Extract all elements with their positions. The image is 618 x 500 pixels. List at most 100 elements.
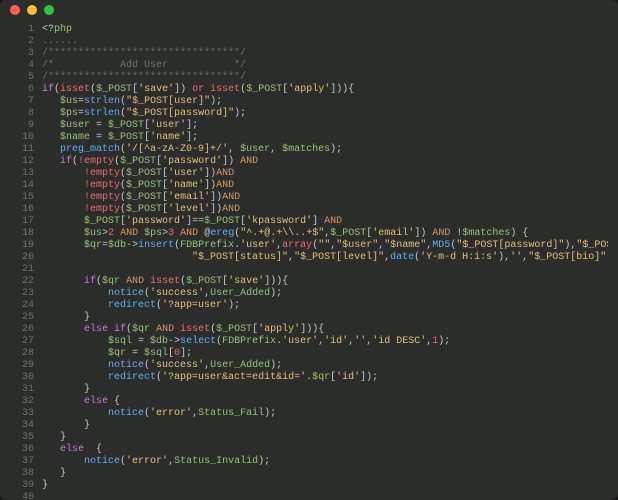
token-var: $_POST	[126, 204, 162, 215]
code-line: }	[42, 468, 608, 480]
token-pun: =	[90, 132, 108, 143]
line-number: 3	[10, 48, 34, 60]
token-var: FDBPrefix	[180, 240, 234, 251]
line-number: 36	[10, 444, 34, 456]
token-var: Status_Invalid	[174, 456, 258, 467]
zoom-icon[interactable]	[44, 5, 54, 15]
line-number: 37	[10, 456, 34, 468]
token-fn: notice	[108, 288, 144, 299]
token-pun	[42, 324, 84, 335]
line-number: 12	[10, 156, 34, 168]
token-pun: ])	[174, 84, 192, 95]
token-kw2: isset	[150, 276, 180, 287]
token-kw2: isset	[180, 324, 210, 335]
code-line: $qr = $sql[0];	[42, 348, 608, 360]
token-str: "$_POST[email]"	[576, 240, 608, 251]
token-kw2: !empty	[84, 180, 120, 191]
line-number: 2	[10, 36, 34, 48]
token-pun	[42, 444, 60, 455]
token-var: $qr	[132, 324, 150, 335]
line-number: 21	[10, 264, 34, 276]
token-pun: ,	[228, 144, 240, 155]
token-kw2: isset	[210, 84, 240, 95]
token-var: User_Added	[210, 288, 270, 299]
token-var: $matches	[462, 228, 510, 239]
token-var: $_POST	[204, 216, 240, 227]
token-pun	[42, 300, 108, 311]
token-var: User_Added	[210, 360, 270, 371]
token-op: AND	[120, 228, 138, 239]
token-pun: ];	[186, 132, 198, 143]
code-line: $ps=strlen("$_POST[password]");	[42, 108, 608, 120]
token-var: $user	[60, 120, 90, 131]
token-str: 'email'	[168, 192, 210, 203]
line-number: 10	[10, 132, 34, 144]
token-pun: }	[42, 420, 90, 431]
token-str: 'level'	[168, 204, 210, 215]
token-var: $qr	[312, 372, 330, 383]
token-fn: date	[390, 252, 414, 263]
token-str: 'password'	[126, 216, 186, 227]
line-number: 23	[10, 288, 34, 300]
line-number: 18	[10, 228, 34, 240]
token-var: $db	[108, 240, 126, 251]
line-number: 29	[10, 360, 34, 372]
token-fn: insert	[138, 240, 174, 251]
token-pun: }	[42, 480, 48, 490]
token-pun: ];	[180, 348, 192, 359]
token-pun: <?	[42, 24, 54, 35]
editor-window: 1234567891011121314151617181920212223242…	[0, 0, 618, 500]
token-pun	[42, 288, 108, 299]
token-str: 'id'	[336, 372, 360, 383]
token-var: $_POST	[108, 132, 144, 143]
token-pun: );	[228, 300, 240, 311]
token-pun: ])	[204, 168, 216, 179]
token-pun: ->	[168, 336, 180, 347]
token-pun: );	[264, 408, 276, 419]
token-pun: );	[270, 360, 282, 371]
token-pun	[42, 168, 84, 179]
token-var: $sql	[108, 336, 132, 347]
token-str: 'success'	[150, 360, 204, 371]
token-var: $sql	[144, 348, 168, 359]
token-pun	[42, 156, 60, 167]
line-number: 30	[10, 372, 34, 384]
token-pun	[42, 240, 84, 251]
line-number: 39	[10, 480, 34, 492]
token-pun: ];	[186, 120, 198, 131]
token-var: $_POST	[126, 180, 162, 191]
code-line: $us=strlen("$_POST[user]");	[42, 96, 608, 108]
token-op: AND	[216, 180, 234, 191]
token-pun: =	[126, 348, 144, 359]
minimize-icon[interactable]	[27, 5, 37, 15]
token-pun: {	[84, 444, 102, 455]
line-number: 34	[10, 420, 34, 432]
token-pun	[42, 360, 108, 371]
code-line: redirect('?app=user&act=edit&id='.$qr['i…	[42, 372, 608, 384]
token-pun	[42, 396, 84, 407]
token-pun: ]	[312, 216, 324, 227]
code-line: }	[42, 432, 608, 444]
token-pun: ])	[210, 204, 222, 215]
token-pun: }	[42, 384, 90, 395]
line-number: 28	[10, 348, 34, 360]
code-line: if($qr AND isset($_POST['save'])){	[42, 276, 608, 288]
token-var: $_POST	[96, 84, 132, 95]
token-str: 'id DESC'	[372, 336, 426, 347]
token-str: ""	[318, 240, 330, 251]
line-number: 35	[10, 432, 34, 444]
token-pun	[42, 204, 84, 215]
code-line	[42, 264, 608, 276]
token-str: 'kpassword'	[246, 216, 312, 227]
token-str: 'Y-m-d H:i:s'	[420, 252, 498, 263]
code-line: !empty($_POST['email'])AND	[42, 192, 608, 204]
token-pun: ])){	[264, 276, 288, 287]
close-icon[interactable]	[10, 5, 20, 15]
token-fn: notice	[84, 456, 120, 467]
code-area[interactable]: <?php....../****************************…	[34, 24, 608, 490]
token-str: "$_POST[bio]"	[528, 252, 606, 263]
token-fn: notice	[108, 360, 144, 371]
code-line: !empty($_POST['user'])AND	[42, 168, 608, 180]
line-number: 5	[10, 72, 34, 84]
token-pun: ])	[204, 180, 216, 191]
